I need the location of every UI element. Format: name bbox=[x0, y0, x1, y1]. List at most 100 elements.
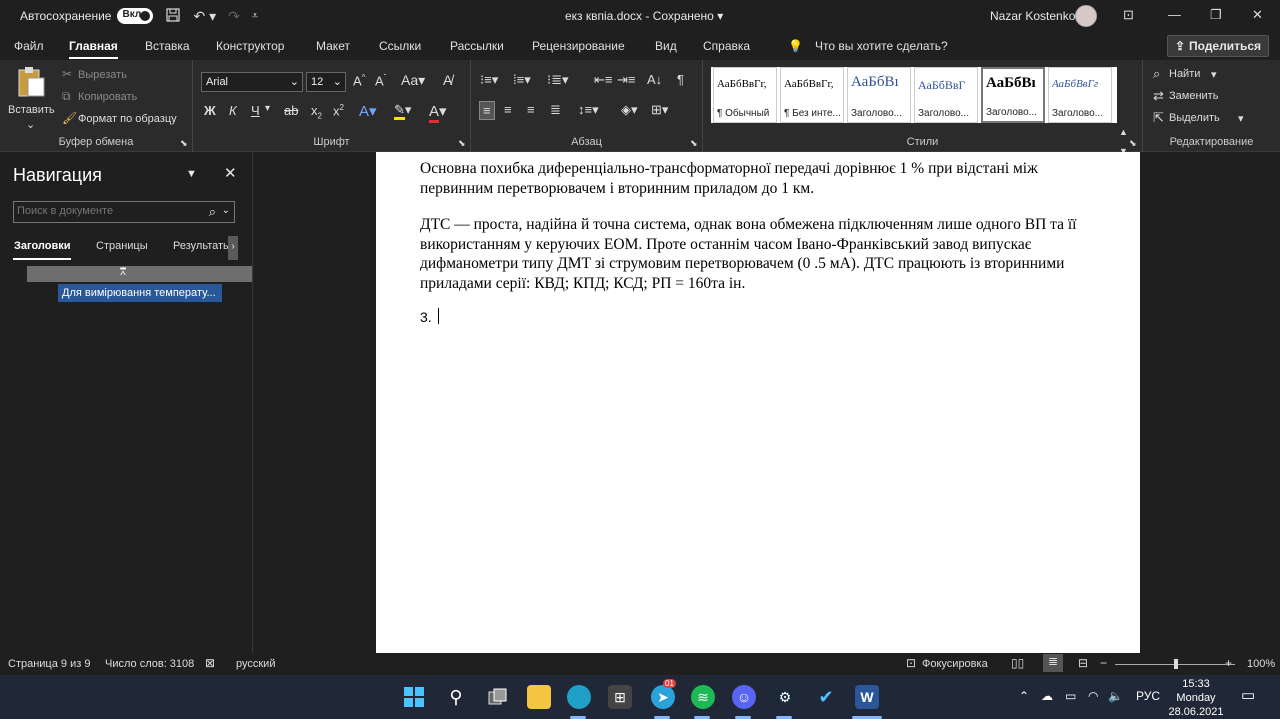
notifications-icon[interactable]: ▭ bbox=[1241, 686, 1255, 704]
zoom-slider-thumb[interactable] bbox=[1174, 659, 1178, 669]
tab-mailings[interactable]: Рассылки bbox=[450, 39, 504, 53]
style-heading-3[interactable]: АаБбВı Заголово... bbox=[981, 67, 1045, 123]
zoom-out-icon[interactable]: − bbox=[1100, 656, 1107, 670]
tab-insert[interactable]: Вставка bbox=[145, 39, 190, 53]
volume-icon[interactable]: 🔈 bbox=[1108, 689, 1123, 703]
font-color-icon[interactable]: A▾ bbox=[429, 102, 447, 123]
user-name[interactable]: Nazar Kostenko bbox=[990, 9, 1075, 23]
edge-icon[interactable] bbox=[567, 685, 591, 709]
nav-tabs-scroll-icon[interactable]: › bbox=[228, 236, 238, 260]
cut-label[interactable]: Вырезать bbox=[78, 69, 127, 81]
subscript-icon[interactable]: x2 bbox=[311, 103, 322, 121]
nav-tab-pages[interactable]: Страницы bbox=[96, 240, 148, 252]
style-no-spacing[interactable]: АаБбВвГг, ¶ Без инте... bbox=[780, 67, 844, 123]
word-icon[interactable]: W bbox=[855, 685, 879, 709]
chevron-down-icon[interactable]: ▾ bbox=[1211, 68, 1217, 81]
align-center-icon[interactable]: ≡ bbox=[504, 102, 512, 117]
style-heading-4[interactable]: АаБбВвГг Заголово... bbox=[1048, 67, 1112, 123]
list-item[interactable]: 3. bbox=[420, 308, 1110, 328]
multilevel-list-icon[interactable]: ⁝≣▾ bbox=[547, 72, 569, 88]
grow-font-icon[interactable]: A^ bbox=[353, 73, 365, 88]
sort-icon[interactable]: A↓ bbox=[647, 72, 662, 87]
text-effects-icon[interactable]: A▾ bbox=[359, 102, 377, 120]
styles-scroll-up-icon[interactable]: ▲ bbox=[1119, 127, 1128, 137]
chevron-down-icon[interactable]: ▾ bbox=[1238, 112, 1244, 125]
battery-icon[interactable]: ▭ bbox=[1065, 689, 1076, 703]
align-left-icon[interactable]: ≡ bbox=[479, 101, 495, 120]
style-heading-1[interactable]: АаБбВı Заголово... bbox=[847, 67, 911, 123]
spotify-icon[interactable]: ≋ bbox=[691, 685, 715, 709]
file-explorer-icon[interactable] bbox=[527, 685, 551, 709]
select-icon[interactable]: ⇱ bbox=[1153, 110, 1164, 126]
customize-qat-icon[interactable]: ⩡ bbox=[252, 10, 258, 23]
tab-references[interactable]: Ссылки bbox=[379, 39, 421, 53]
tab-file[interactable]: Файл bbox=[14, 39, 44, 53]
change-case-icon[interactable]: Aa▾ bbox=[401, 72, 425, 89]
line-spacing-icon[interactable]: ↕≡▾ bbox=[578, 102, 599, 118]
borders-icon[interactable]: ⊞▾ bbox=[651, 102, 668, 118]
underline-dropdown-icon[interactable]: ▾ bbox=[265, 103, 270, 114]
proofing-icon[interactable]: ⊠ bbox=[205, 656, 215, 670]
navigation-search[interactable]: ⌕ ⌄ bbox=[13, 201, 235, 223]
minimize-icon[interactable]: — bbox=[1168, 7, 1181, 22]
print-layout-icon[interactable]: ≣ bbox=[1043, 654, 1063, 672]
bold-button[interactable]: Ж bbox=[204, 103, 216, 118]
numbering-icon[interactable]: ⁞≡▾ bbox=[513, 72, 531, 88]
justify-icon[interactable]: ≣ bbox=[550, 102, 561, 118]
document-page[interactable]: Основна похибка диференціально-трансформ… bbox=[376, 152, 1140, 653]
decrease-indent-icon[interactable]: ⇤≡ bbox=[594, 72, 612, 88]
read-mode-icon[interactable]: ▯▯ bbox=[1011, 656, 1024, 670]
superscript-icon[interactable]: x2 bbox=[333, 103, 344, 118]
shrink-font-icon[interactable]: Aˇ bbox=[375, 73, 386, 88]
zoom-in-icon[interactable]: + bbox=[1225, 656, 1232, 670]
clipboard-launcher-icon[interactable]: ⬊ bbox=[180, 138, 188, 149]
italic-button[interactable]: К bbox=[229, 103, 237, 118]
nav-heading-item[interactable]: Для вимірювання температу... bbox=[58, 284, 222, 302]
discord-icon[interactable]: ☺ bbox=[732, 685, 756, 709]
document-paragraph[interactable]: Основна похибка диференціально-трансформ… bbox=[420, 159, 1110, 198]
autosave[interactable]: Автосохранение Вкл. bbox=[20, 8, 154, 24]
document-paragraph[interactable]: ДТС — проста, надійна й точна система, о… bbox=[420, 215, 1110, 293]
steam-icon[interactable]: ⚙ bbox=[773, 685, 797, 709]
store-icon[interactable]: ⊞ bbox=[608, 685, 632, 709]
format-painter-icon[interactable]: 🖌 bbox=[62, 111, 77, 125]
close-pane-icon[interactable]: ✕ bbox=[224, 164, 237, 182]
tab-review[interactable]: Рецензирование bbox=[532, 39, 625, 53]
shading-icon[interactable]: ◈▾ bbox=[621, 102, 638, 118]
align-right-icon[interactable]: ≡ bbox=[527, 102, 535, 117]
tab-help[interactable]: Справка bbox=[703, 39, 750, 53]
font-launcher-icon[interactable]: ⬊ bbox=[458, 138, 466, 149]
zoom-level[interactable]: 100% bbox=[1247, 658, 1275, 670]
close-icon[interactable]: ✕ bbox=[1252, 7, 1263, 23]
telegram-icon[interactable]: ➤ 01 bbox=[651, 679, 676, 709]
format-painter-label[interactable]: Формат по образцу bbox=[78, 113, 177, 125]
chevron-down-icon[interactable]: ⌄ bbox=[222, 205, 230, 216]
undo-icon[interactable]: ↶ ▾ bbox=[193, 8, 216, 25]
page-count[interactable]: Страница 9 из 9 bbox=[8, 658, 90, 670]
nav-tab-results[interactable]: Результаты bbox=[173, 240, 231, 252]
wifi-icon[interactable]: ◠ bbox=[1088, 689, 1098, 703]
find-label[interactable]: Найти bbox=[1169, 68, 1200, 80]
bullets-icon[interactable]: ⁝≡▾ bbox=[480, 72, 498, 88]
nav-tab-headings[interactable]: Заголовки bbox=[14, 240, 70, 252]
styles-launcher-icon[interactable]: ⬊ bbox=[1129, 138, 1137, 149]
todo-icon[interactable]: ✔ bbox=[814, 685, 838, 709]
search-input[interactable] bbox=[17, 205, 197, 217]
search-icon[interactable]: ⌕ bbox=[209, 204, 216, 220]
style-normal[interactable]: АаБбВвГг, ¶ Обычный bbox=[713, 67, 777, 123]
font-name-select[interactable]: Arial ⌄ bbox=[201, 72, 303, 92]
share-button[interactable]: ⇪ Поделиться bbox=[1167, 35, 1269, 57]
tab-home[interactable]: Главная bbox=[69, 39, 118, 59]
onedrive-icon[interactable]: ☁ bbox=[1041, 689, 1053, 703]
tray-expand-icon[interactable]: ⌃ bbox=[1019, 689, 1029, 703]
tab-design[interactable]: Конструктор bbox=[216, 39, 284, 53]
highlight-icon[interactable]: ✎▾ bbox=[394, 102, 411, 120]
tab-view[interactable]: Вид bbox=[655, 39, 677, 53]
strikethrough-icon[interactable]: ab bbox=[284, 103, 298, 118]
paste-button[interactable]: Вставить ⌄ bbox=[8, 66, 55, 131]
task-view-icon[interactable] bbox=[486, 685, 510, 709]
replace-label[interactable]: Заменить bbox=[1169, 90, 1218, 102]
document-title[interactable]: екз квпіа.docx - Сохранено ▾ bbox=[565, 9, 723, 23]
tab-layout[interactable]: Макет bbox=[316, 39, 350, 53]
underline-button[interactable]: Ч bbox=[251, 103, 260, 118]
